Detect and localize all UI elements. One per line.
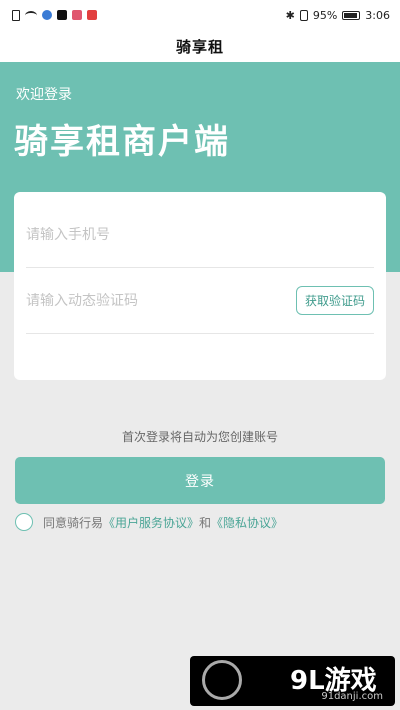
get-code-button[interactable]: 获取验证码: [295, 286, 374, 315]
vibrate-icon: [299, 9, 308, 21]
user-agreement-link[interactable]: 《用户服务协议》: [103, 514, 199, 531]
clock: 3:06: [365, 8, 390, 22]
phone-input[interactable]: [26, 226, 374, 243]
wifi-icon: [25, 10, 37, 20]
app-notification-icon: [72, 10, 82, 20]
welcome-text: 欢迎登录: [16, 87, 72, 103]
status-bar: ✱ 95% 3:06: [0, 0, 400, 30]
app-notification-icon: [87, 10, 97, 20]
watermark-logo: 9L游戏 91danji.com: [190, 656, 395, 706]
sim-icon: [12, 9, 20, 21]
page-title: 骑享租: [175, 37, 224, 56]
verification-code-input[interactable]: [26, 292, 296, 309]
agreement-prefix: 同意骑行易: [43, 515, 104, 530]
battery-percent: 95%: [312, 8, 338, 22]
tiktok-icon: [57, 10, 67, 20]
hero-title: 骑享租商户端: [14, 122, 230, 162]
agree-radio[interactable]: [15, 513, 33, 531]
battery-icon: [342, 10, 361, 20]
bluetooth-icon: ✱: [285, 8, 295, 22]
auto-register-hint: 首次登录将自动为您创建账号: [121, 430, 278, 444]
code-field: 获取验证码: [26, 268, 374, 334]
login-card: 获取验证码: [14, 192, 386, 380]
status-right-icons: ✱ 95% 3:06: [286, 9, 390, 22]
watermark-sub: 91danji.com: [321, 691, 383, 702]
login-button[interactable]: 登录: [15, 457, 385, 504]
phone-field: [26, 202, 374, 268]
watermark-circle-icon: [202, 660, 242, 700]
status-left-icons: [12, 9, 97, 21]
app-notification-icon: [42, 10, 52, 20]
title-bar: 骑享租: [0, 30, 400, 62]
agreement-row: 同意骑行易 《用户服务协议》 和 《隐私协议》: [15, 513, 283, 531]
privacy-link[interactable]: 《隐私协议》: [211, 514, 283, 531]
agreement-and: 和: [199, 515, 212, 530]
